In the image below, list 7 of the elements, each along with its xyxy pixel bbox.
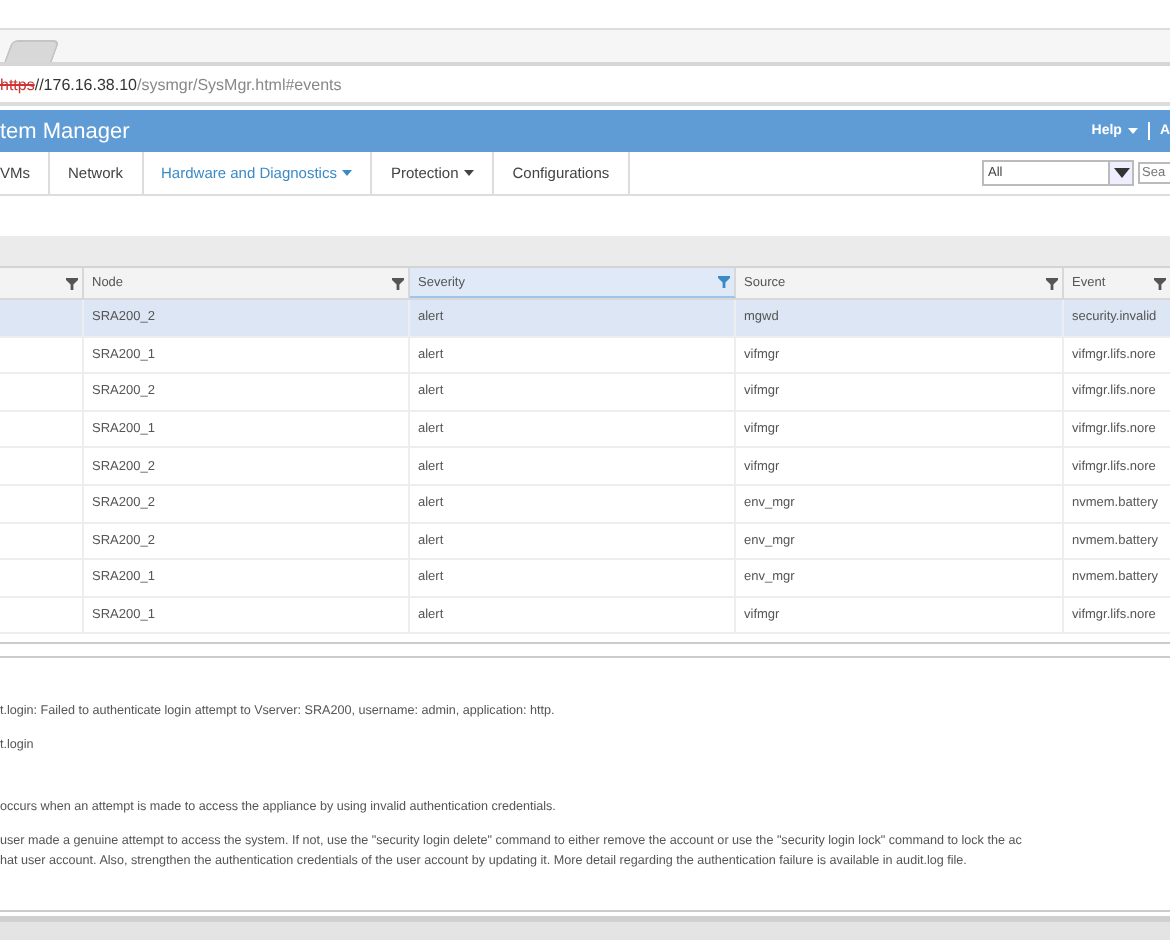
filter-icon[interactable] — [1046, 277, 1058, 289]
caret-icon — [1108, 162, 1132, 184]
filter-icon[interactable] — [718, 276, 730, 288]
filter-icon[interactable] — [392, 277, 404, 289]
app-title: tem Manager — [0, 119, 130, 143]
filter-icon[interactable] — [1154, 277, 1166, 289]
filter-icon[interactable] — [66, 277, 78, 289]
